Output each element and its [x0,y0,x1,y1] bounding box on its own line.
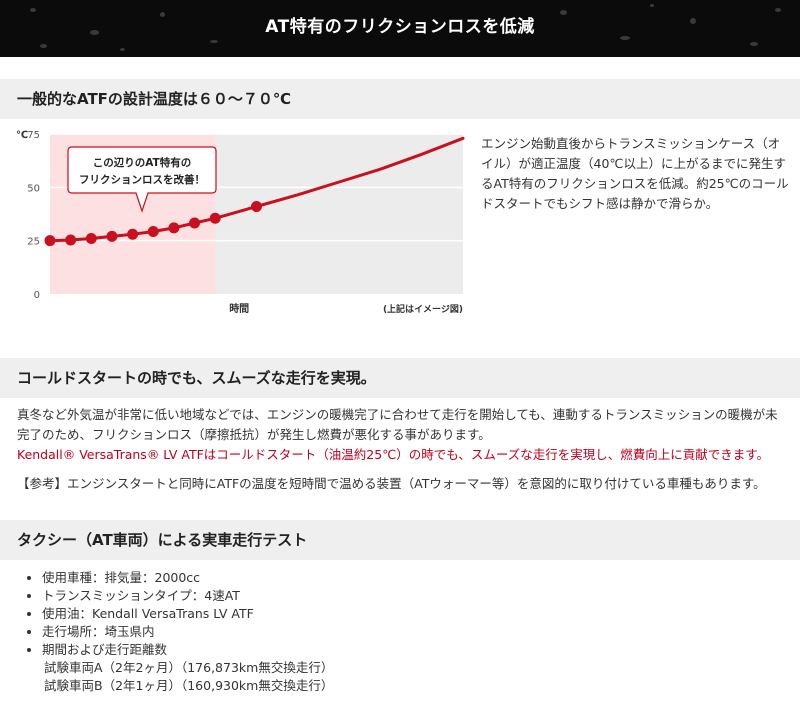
y-tick-label: 75 [27,130,40,141]
list-item: 期間および走行距離数 試験車両A（2年2ヶ月）（176,873km無交換走行） … [42,641,333,695]
y-tick-label: 0 [34,290,40,301]
list-item: 使用車種：排気量：2000cc [42,569,333,587]
section-heading-cold-start: コールドスタートの時でも、スムーズな走行を実現。 [0,358,800,398]
data-point [85,233,97,245]
callout-text: この辺りのAT特有の [93,156,191,169]
section-heading-design-temp: 一般的なATFの設計温度は６０～７０℃ [0,79,800,119]
temperature-chart: 0 25 50 75℃ 時間 (上記はイメージ図) この辺りのAT特有のフリクションロスを改… [16,130,465,315]
callout-text: フリクションロスを改善！ [79,173,205,186]
section-title: コールドスタートの時でも、スムーズな走行を実現。 [17,369,376,387]
list-item-label: 期間および走行距離数 [42,642,168,657]
list-item: 使用油：Kendall VersaTrans LV ATF [42,605,333,623]
section-title: 一般的なATFの設計温度は６０～７０℃ [17,90,292,108]
page-title: AT特有のフリクションロスを低減 [265,17,535,37]
data-point [168,222,180,234]
test-spec-list: 使用車種：排気量：2000cc トランスミッションタイプ：4速AT 使用油：Ke… [20,569,333,695]
chart-description: エンジン始動直後からトランスミッションケース（オイル）が適正温度（40℃以上）に… [481,136,789,211]
cold-start-text: 真冬など外気温が非常に低い地域などでは、エンジンの暖機完了に合わせて走行を開始し… [17,407,778,442]
list-item: トランスミッションタイプ：4速AT [42,587,333,605]
y-tick-label: 25 [27,237,40,248]
data-point [209,212,221,224]
data-point [251,201,262,213]
y-tick-label: 50 [27,183,40,194]
data-point [106,230,118,242]
reference-note: 【参考】エンジンスタートと同時にATFの温度を短時間で温める装置（ATウォーマー… [17,476,766,491]
data-point [147,225,159,237]
page-banner: AT特有のフリクションロスを低減 [0,0,800,57]
list-item: 走行場所：埼玉県内 [42,623,333,641]
cold-start-highlight: Kendall® VersaTrans® LV ATFはコールドスタート（油温約… [17,447,770,462]
chart-note: (上記はイメージ図) [383,303,463,315]
y-axis-label: ℃ [16,130,28,141]
data-point [44,235,56,247]
cold-start-paragraph: 真冬など外気温が非常に低い地域などでは、エンジンの暖機完了に合わせて走行を開始し… [17,405,787,465]
x-axis-label: 時間 [229,302,249,315]
data-point [65,234,77,246]
section-heading-taxi-test: タクシー（AT車両）による実車走行テスト [0,520,800,560]
data-point [127,228,139,240]
test-vehicle-a: 試験車両A（2年2ヶ月）（176,873km無交換走行） [44,660,334,675]
data-point [189,217,201,229]
section-title: タクシー（AT車両）による実車走行テスト [17,531,308,549]
test-vehicle-b: 試験車両B（2年1ヶ月）（160,930km無交換走行） [44,678,334,693]
